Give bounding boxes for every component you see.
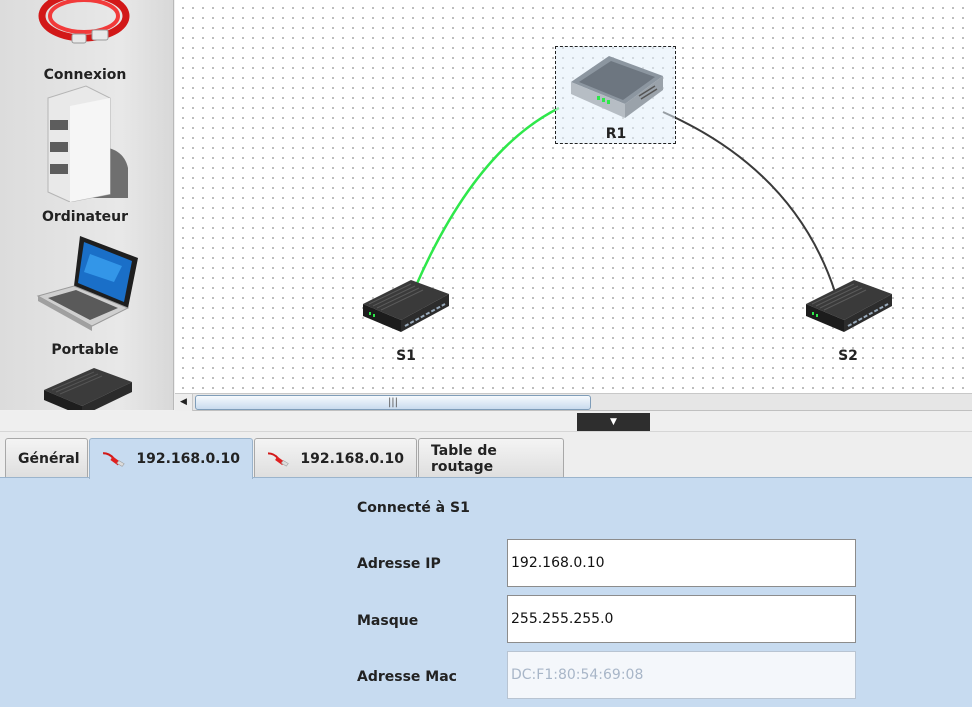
switch-icon	[363, 280, 449, 332]
panel-splitter[interactable]: ▼	[0, 411, 972, 432]
mac-address-label: Adresse Mac	[357, 669, 457, 685]
tab-label: Général	[18, 450, 80, 467]
interface-properties-panel: Connecté à S1 Adresse IP Masque Adresse …	[0, 477, 972, 707]
tab-interface-1[interactable]: 192.168.0.10	[89, 438, 253, 479]
router-icon	[571, 56, 663, 118]
link-r1-s2[interactable]	[662, 111, 836, 293]
canvas-horizontal-scrollbar[interactable]: ◀ |||	[175, 393, 972, 411]
properties-tabbar: Général 192.168.0.10 192.168.0.10 Table …	[0, 432, 972, 479]
desktop-tower-icon[interactable]	[40, 84, 132, 203]
network-cable-icon	[103, 452, 125, 467]
router-r1[interactable]	[567, 52, 667, 120]
palette-item-ordinateur[interactable]: Ordinateur	[0, 209, 170, 225]
switch-s2[interactable]	[804, 276, 894, 336]
connected-to-label: Connecté à S1	[357, 500, 470, 516]
switch-icon	[806, 280, 892, 332]
palette-item-connexion[interactable]: Connexion	[0, 67, 170, 83]
ip-address-input[interactable]	[507, 539, 856, 587]
scroll-thumb[interactable]: |||	[195, 395, 591, 410]
tab-interface-2[interactable]: 192.168.0.10	[254, 438, 417, 478]
tab-label: 192.168.0.10	[300, 450, 404, 467]
switch-icon[interactable]	[42, 366, 134, 410]
node-label-s2: S2	[838, 348, 858, 364]
network-canvas[interactable]: R1 S1 S2	[175, 0, 972, 393]
node-label-r1: R1	[605, 126, 627, 142]
link-r1-s1[interactable]	[413, 106, 560, 289]
tab-label: 192.168.0.10	[136, 451, 240, 467]
tab-general[interactable]: Général	[5, 438, 88, 478]
scroll-left-arrow[interactable]: ◀	[175, 394, 193, 411]
network-cable-icon	[267, 451, 289, 466]
switch-s1[interactable]	[361, 276, 451, 336]
palette-item-portable[interactable]: Portable	[0, 342, 170, 358]
mac-address-input	[507, 651, 856, 699]
ip-address-label: Adresse IP	[357, 556, 441, 572]
laptop-icon[interactable]	[34, 232, 142, 332]
network-cable-icon[interactable]	[36, 0, 132, 56]
mask-input[interactable]	[507, 595, 856, 643]
collapse-panel-button[interactable]: ▼	[577, 413, 650, 431]
mask-label: Masque	[357, 613, 419, 629]
tab-routing-table[interactable]: Table de routage	[418, 438, 564, 478]
device-palette: Connexion Ordinateur Portable	[0, 0, 174, 410]
node-label-s1: S1	[396, 348, 416, 364]
tab-label: Table de routage	[431, 442, 497, 475]
